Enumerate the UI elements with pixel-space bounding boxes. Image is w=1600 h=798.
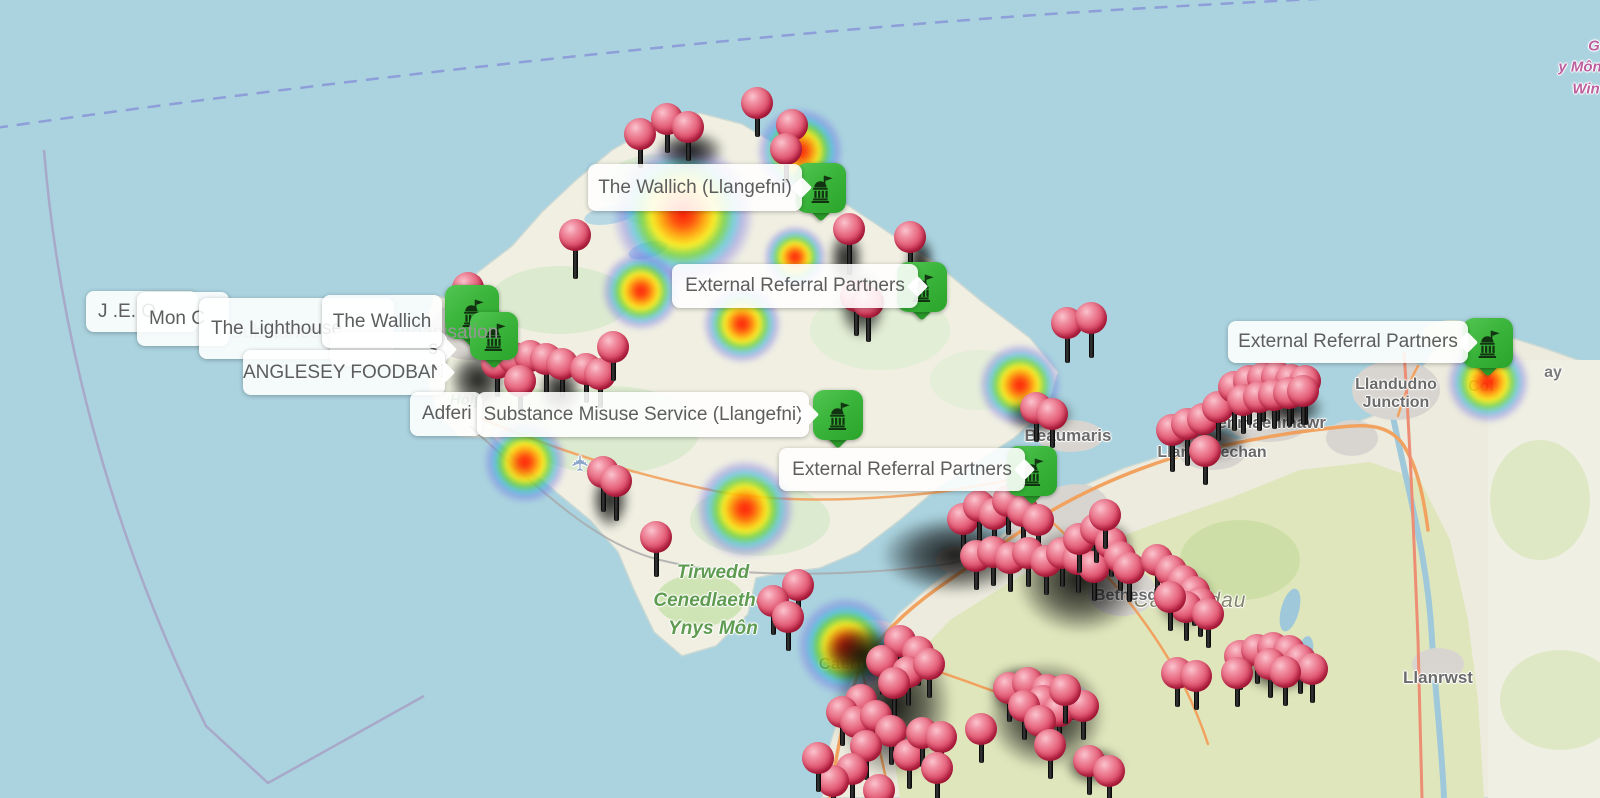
tooltip-label: The Wallich (Llangefni) (588, 177, 802, 199)
marker-tooltip: Adferi (410, 392, 482, 436)
marker-tooltip: Substance Misuse Service (Llangefni) (477, 392, 809, 437)
tooltip-label: External Referral Partners (1228, 331, 1468, 353)
tooltip-layer: Substance Misuse OrganisationJ .E. OMon … (0, 0, 1600, 798)
tooltip-label: Adferi (410, 403, 482, 425)
marker-tooltip: External Referral Partners (672, 264, 918, 308)
tooltip-label: External Referral Partners (779, 459, 1025, 481)
marker-tooltip: The Wallich (Llangefni) (588, 164, 802, 211)
tooltip-label: Substance Misuse Service (Llangefni) (477, 404, 809, 426)
marker-tooltip: The Wallich (322, 295, 442, 348)
marker-tooltip: ANGLESEY FOODBANK (243, 350, 445, 395)
map-canvas[interactable]: LlandudnoJunctionColayBeaumarisPenmaenma… (0, 0, 1600, 798)
tooltip-label: The Wallich (322, 311, 442, 333)
tooltip-label: External Referral Partners (672, 275, 918, 297)
tooltip-label: ANGLESEY FOODBANK (243, 362, 445, 384)
marker-tooltip: External Referral Partners (1228, 321, 1468, 363)
marker-tooltip: External Referral Partners (779, 448, 1025, 491)
